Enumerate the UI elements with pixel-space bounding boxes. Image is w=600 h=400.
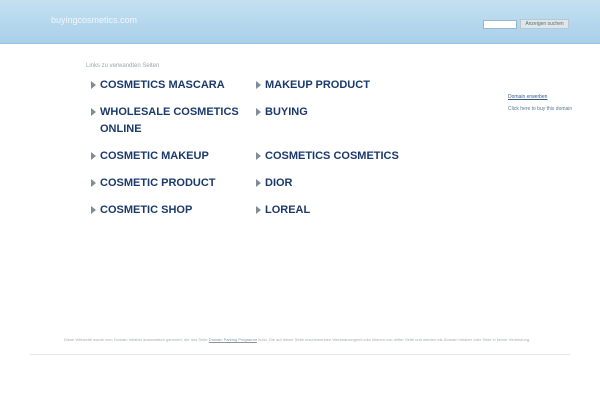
buy-domain-title[interactable]: Domain erwerben [508,94,547,100]
link-label[interactable]: COSMETIC MAKEUP [100,148,209,165]
arrow-right-icon [91,108,96,116]
link-dior[interactable]: DIOR [256,175,293,192]
search-input[interactable] [483,20,517,29]
link-label-wrap[interactable]: WHOLESALE COSMETICS ONLINE [100,104,239,138]
link-label[interactable]: WHOLESALE COSMETICS [100,106,239,118]
related-links-heading: Links zu verwandten Seiten [86,63,160,69]
link-label[interactable]: LOREAL [265,202,310,219]
site-name[interactable]: buyingcosmetics.com [51,15,137,25]
link-label[interactable]: COSMETICS COSMETICS [265,148,399,165]
link-cosmetics-cosmetics[interactable]: COSMETICS COSMETICS [256,148,399,165]
link-loreal[interactable]: LOREAL [256,202,310,219]
link-buying[interactable]: BUYING [256,104,308,121]
header-bar: buyingcosmetics.com Anzeigen suchen [0,0,600,44]
link-makeup-product[interactable]: MAKEUP PRODUCT [256,77,370,94]
link-label[interactable]: MAKEUP PRODUCT [265,77,370,94]
arrow-right-icon [256,108,261,116]
link-wholesale-cosmetics-online[interactable]: WHOLESALE COSMETICS ONLINE [91,104,239,138]
arrow-right-icon [256,152,261,160]
footer-text-before: Diese Webseite wurde vom Domain Inhaber … [64,337,208,342]
search-button[interactable]: Anzeigen suchen [520,19,569,29]
link-label[interactable]: COSMETICS MASCARA [100,77,225,94]
link-cosmetic-makeup[interactable]: COSMETIC MAKEUP [91,148,209,165]
arrow-right-icon [91,81,96,89]
arrow-right-icon [256,81,261,89]
footer-disclaimer: Diese Webseite wurde vom Domain Inhaber … [64,337,554,343]
link-cosmetic-product[interactable]: COSMETIC PRODUCT [91,175,216,192]
link-label[interactable]: DIOR [265,175,293,192]
link-cosmetic-shop[interactable]: COSMETIC SHOP [91,202,192,219]
footer-parking-link[interactable]: Domain Parking Programm [209,337,257,342]
footer-divider [30,354,570,355]
arrow-right-icon [91,206,96,214]
link-label[interactable]: BUYING [265,104,308,121]
footer-text-after: nutzt. Die auf dieser Seite erscheinende… [258,337,531,342]
buy-domain-text[interactable]: Click here to buy this domain [508,106,572,112]
link-label[interactable]: COSMETIC SHOP [100,202,192,219]
link-label[interactable]: COSMETIC PRODUCT [100,175,216,192]
arrow-right-icon [91,179,96,187]
arrow-right-icon [256,179,261,187]
link-cosmetics-mascara[interactable]: COSMETICS MASCARA [91,77,225,94]
arrow-right-icon [256,206,261,214]
arrow-right-icon [91,152,96,160]
link-label-line2[interactable]: ONLINE [100,123,142,135]
